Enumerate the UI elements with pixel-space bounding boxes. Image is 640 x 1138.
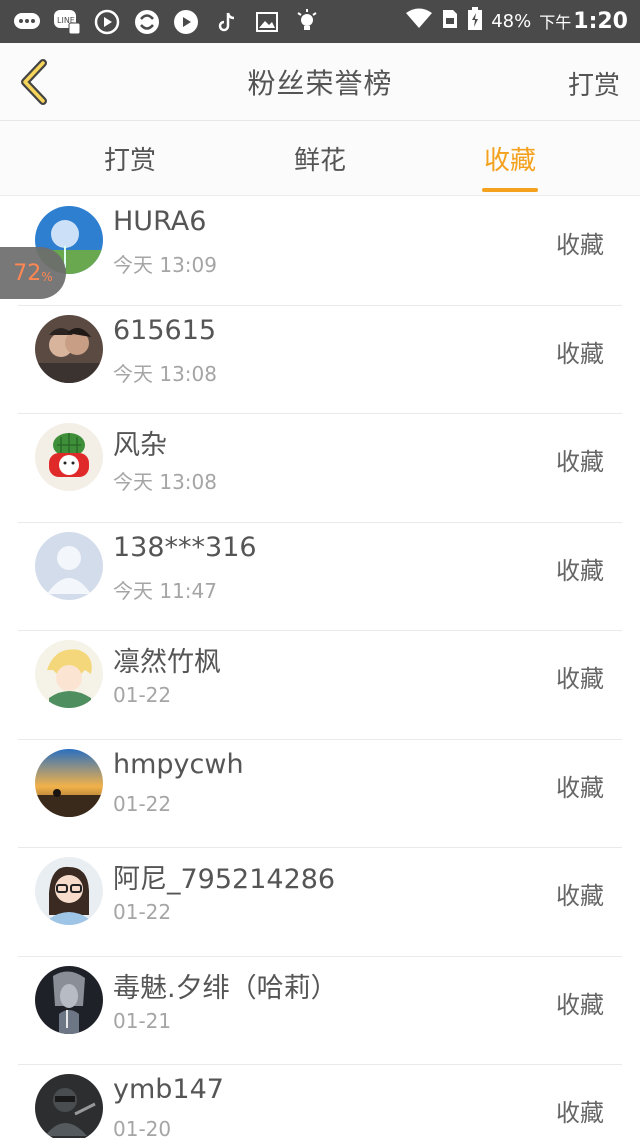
fan-list: HURA6 今天 13:09 收藏 615615 今天 13:08 收藏 风杂 …	[0, 197, 640, 1138]
list-item[interactable]: 615615 今天 13:08 收藏	[18, 306, 622, 414]
tab-active-indicator	[482, 188, 538, 192]
tab-label: 鲜花	[293, 146, 346, 176]
timestamp: 01-22	[113, 791, 172, 816]
back-button[interactable]	[14, 59, 54, 105]
action-label: 收藏	[556, 990, 604, 1019]
list-item[interactable]: 风杂 今天 13:08 收藏	[18, 414, 622, 523]
tiktok-icon	[212, 9, 242, 35]
reward-button[interactable]: 打赏	[568, 65, 620, 102]
chat-icon	[12, 9, 42, 35]
play-icon	[92, 9, 122, 35]
wifi-icon	[405, 8, 433, 35]
status-right: 48% 下午1:20	[405, 7, 628, 36]
avatar	[35, 1074, 103, 1138]
list-item[interactable]: 凛然竹枫 01-22 收藏	[18, 631, 622, 740]
clock-prefix: 下午	[539, 13, 572, 32]
avatar	[35, 965, 103, 1034]
user-name: 阿尼_795214286	[113, 864, 336, 895]
chevron-left-icon	[21, 59, 47, 105]
floating-speed-badge[interactable]: 72%	[0, 247, 66, 299]
avatar	[35, 531, 103, 600]
tab-label: 打赏	[103, 146, 156, 176]
notification-icons: LINE	[12, 8, 322, 35]
action-label: 收藏	[556, 448, 604, 476]
action-label: 收藏	[556, 556, 604, 585]
action-label: 收藏	[556, 231, 604, 259]
tab-bar: 打赏 鲜花 收藏	[0, 121, 640, 196]
battery-percent: 48%	[491, 11, 532, 32]
action-label: 收藏	[556, 339, 604, 368]
list-item[interactable]: HURA6 今天 13:09 收藏	[18, 197, 622, 306]
sim-icon	[441, 8, 459, 35]
clock: 下午1:20	[539, 9, 628, 34]
timestamp: 01-22	[113, 900, 172, 924]
list-item[interactable]: hmpycwh 01-22 收藏	[18, 740, 622, 848]
timestamp: 今天 11:47	[113, 578, 217, 603]
timestamp: 01-21	[113, 1008, 172, 1033]
video-icon	[172, 9, 202, 35]
user-name: 凛然竹枫	[113, 647, 221, 678]
list-item[interactable]: 毒魅.夕绯（哈莉） 01-21 收藏	[18, 957, 622, 1065]
list-item[interactable]: ymb147 01-20 收藏	[18, 1065, 622, 1138]
status-bar: LINE 48% 下午1:20	[0, 0, 640, 43]
timestamp: 01-20	[113, 1117, 172, 1138]
list-item[interactable]: 阿尼_795214286 01-22 收藏	[18, 848, 622, 957]
badge-value: 72	[13, 260, 42, 286]
action-label: 收藏	[556, 665, 604, 693]
image-icon	[252, 9, 282, 35]
avatar	[35, 748, 103, 817]
tab-label: 收藏	[483, 146, 536, 176]
timestamp: 今天 13:08	[113, 470, 217, 494]
user-name: 615615	[113, 314, 217, 346]
avatar	[35, 423, 103, 491]
avatar	[35, 640, 103, 708]
user-name: hmpycwh	[113, 748, 244, 780]
timestamp: 今天 13:08	[113, 361, 217, 386]
user-name: ymb147	[113, 1074, 224, 1105]
tab-favorites[interactable]: 收藏	[450, 121, 570, 196]
header-bar: 粉丝荣誉榜 打赏	[0, 43, 640, 121]
page-title: 粉丝荣誉榜	[247, 66, 393, 100]
avatar	[35, 857, 103, 925]
action-label: 收藏	[556, 882, 604, 910]
timestamp: 今天 13:09	[113, 253, 217, 277]
user-name: 毒魅.夕绯（哈莉）	[113, 972, 338, 1004]
tab-reward[interactable]: 打赏	[70, 121, 190, 196]
clock-time: 1:20	[573, 9, 628, 34]
user-name: 风杂	[113, 430, 167, 461]
action-label: 收藏	[556, 1099, 604, 1127]
tab-flowers[interactable]: 鲜花	[260, 121, 380, 196]
timestamp: 01-22	[113, 683, 172, 707]
avatar	[35, 314, 103, 383]
battery-icon	[467, 7, 483, 36]
user-name: HURA6	[113, 206, 207, 237]
app-root: LINE 48% 下午1:20 粉丝荣誉榜 打赏 打赏 鲜花 收藏 HURA6 …	[0, 0, 640, 1138]
line-icon: LINE	[52, 9, 82, 35]
list-item[interactable]: 138***316 今天 11:47 收藏	[18, 523, 622, 631]
badge-unit: %	[41, 270, 53, 284]
user-name: 138***316	[113, 531, 257, 563]
bulb-icon	[292, 8, 322, 35]
action-label: 收藏	[556, 773, 604, 802]
sync-icon	[132, 9, 162, 35]
